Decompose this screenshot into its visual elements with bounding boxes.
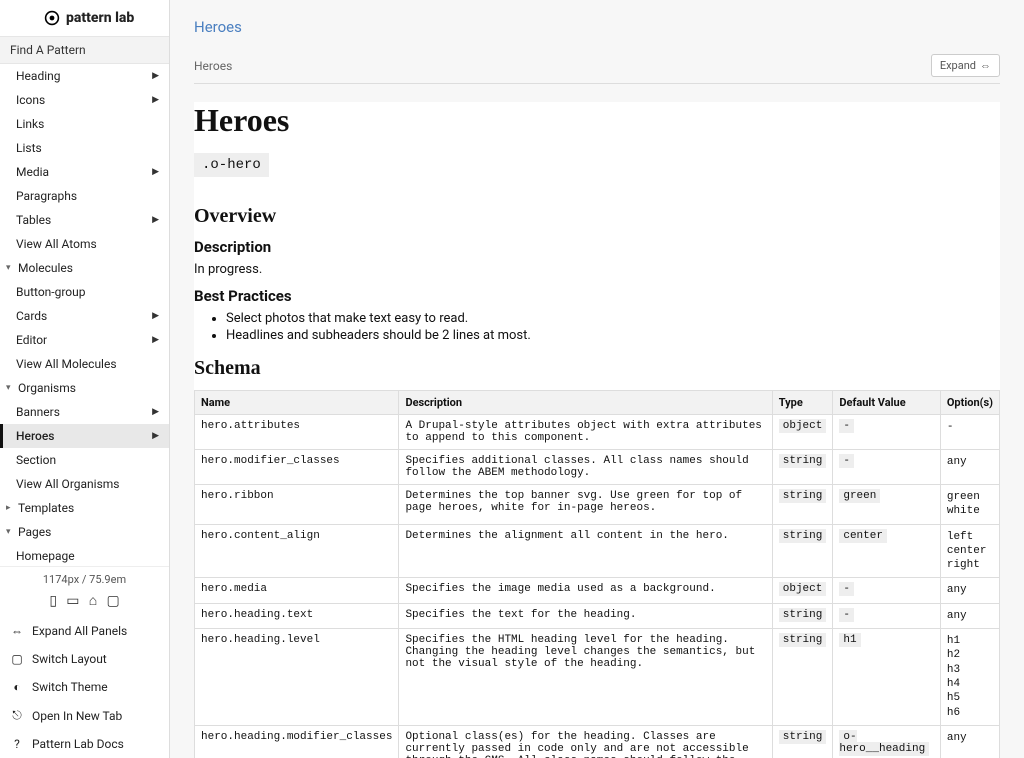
css-class-chip: .o-hero <box>194 153 269 177</box>
schema-row: hero.ribbonDetermines the top banner svg… <box>195 485 1000 525</box>
chevron-right-icon: ▶ <box>152 71 159 81</box>
group-molecules[interactable]: ▾Molecules <box>0 256 169 280</box>
nav-item-view-all-organisms[interactable]: View All Organisms <box>0 472 169 496</box>
schema-row: hero.heading.levelSpecifies the HTML hea… <box>195 629 1000 726</box>
nav-item-section[interactable]: Section <box>0 448 169 472</box>
schema-table: Name Description Type Default Value Opti… <box>194 390 1000 758</box>
nav-item-tables[interactable]: Tables▶ <box>0 208 169 232</box>
schema-row: hero.content_alignDetermines the alignme… <box>195 524 1000 578</box>
device-desktop-icon[interactable]: ▢ <box>106 593 119 609</box>
best-practices-list: Select photos that make text easy to rea… <box>226 311 1000 343</box>
description-text: In progress. <box>194 262 1000 277</box>
nav-item-media[interactable]: Media▶ <box>0 160 169 184</box>
brand-logo[interactable]: pattern lab <box>0 0 169 36</box>
nav-scroll[interactable]: Heading▶Icons▶LinksListsMedia▶Paragraphs… <box>0 64 169 566</box>
nav-item-view-all-atoms[interactable]: View All Atoms <box>0 232 169 256</box>
chevron-right-icon: ▶ <box>152 407 159 417</box>
viewport-size: 1174px / 75.9em <box>0 567 169 588</box>
content-scroll[interactable]: Heroes Heroes Expand ⇔ Heroes .o-hero Ov… <box>170 0 1024 758</box>
description-heading: Description <box>194 238 1000 256</box>
sidebar: pattern lab Find A Pattern Heading▶Icons… <box>0 0 170 758</box>
chevron-right-icon: ▶ <box>152 335 159 345</box>
nav-item-lists[interactable]: Lists <box>0 136 169 160</box>
chevron-right-icon: ▶ <box>152 431 159 441</box>
nav-item-icons[interactable]: Icons▶ <box>0 88 169 112</box>
docs-icon: ? <box>10 737 24 751</box>
sidebar-footer: 1174px / 75.9em ▯ ▭ ⌂ ▢ ⇔Expand All Pane… <box>0 566 169 758</box>
best-practices-heading: Best Practices <box>194 287 1000 305</box>
main: Heroes Heroes Expand ⇔ Heroes .o-hero Ov… <box>170 0 1024 758</box>
open-new-tab-icon: ⎋ <box>10 708 24 723</box>
doc-h1: Heroes <box>194 102 1000 139</box>
nav-item-homepage[interactable]: Homepage <box>0 544 169 566</box>
expand-all-icon: ⇔ <box>10 624 24 638</box>
breadcrumb: Heroes <box>194 59 232 73</box>
best-practice-item: Headlines and subheaders should be 2 lin… <box>226 328 1000 343</box>
tool-expand-all[interactable]: ⇔Expand All Panels <box>0 617 169 645</box>
nav-item-heroes[interactable]: Heroes▶ <box>0 424 169 448</box>
chevron-right-icon: ▶ <box>152 95 159 105</box>
schema-row: hero.heading.textSpecifies the text for … <box>195 603 1000 628</box>
device-tablet-icon[interactable]: ▭ <box>66 593 79 609</box>
chevron-right-icon: ▶ <box>152 311 159 321</box>
switch-layout-icon: ▢ <box>10 652 24 666</box>
best-practice-item: Select photos that make text easy to rea… <box>226 311 1000 326</box>
tool-switch-layout[interactable]: ▢Switch Layout <box>0 645 169 673</box>
nav-item-editor[interactable]: Editor▶ <box>0 328 169 352</box>
nav-item-button-group[interactable]: Button-group <box>0 280 169 304</box>
tool-switch-theme[interactable]: ◐Switch Theme <box>0 673 169 701</box>
nav-item-heading[interactable]: Heading▶ <box>0 64 169 88</box>
nav-item-links[interactable]: Links <box>0 112 169 136</box>
schema-row: hero.modifier_classesSpecifies additiona… <box>195 450 1000 485</box>
expand-button[interactable]: Expand ⇔ <box>931 54 1000 77</box>
page-title-link[interactable]: Heroes <box>194 18 1000 36</box>
schema-row: hero.attributesA Drupal-style attributes… <box>195 415 1000 450</box>
group-templates[interactable]: ▸Templates <box>0 496 169 520</box>
group-organisms[interactable]: ▾Organisms <box>0 376 169 400</box>
nav-item-paragraphs[interactable]: Paragraphs <box>0 184 169 208</box>
device-mobile-icon[interactable]: ▯ <box>49 593 57 609</box>
group-pages[interactable]: ▾Pages <box>0 520 169 544</box>
tool-open-new-tab[interactable]: ⎋Open In New Tab <box>0 701 169 730</box>
nav-item-view-all-molecules[interactable]: View All Molecules <box>0 352 169 376</box>
chevron-right-icon: ▶ <box>152 167 159 177</box>
nav-item-banners[interactable]: Banners▶ <box>0 400 169 424</box>
chevron-right-icon: ▶ <box>152 215 159 225</box>
switch-theme-icon: ◐ <box>10 680 24 694</box>
overview-heading: Overview <box>194 205 1000 228</box>
expand-icon: ⇔ <box>980 59 991 72</box>
brand-text: pattern lab <box>66 10 134 26</box>
nav-item-cards[interactable]: Cards▶ <box>0 304 169 328</box>
device-laptop-icon[interactable]: ⌂ <box>89 593 97 609</box>
schema-row: hero.mediaSpecifies the image media used… <box>195 578 1000 603</box>
schema-row: hero.heading.modifier_classesOptional cl… <box>195 725 1000 758</box>
find-pattern[interactable]: Find A Pattern <box>0 36 169 64</box>
schema-heading: Schema <box>194 357 1000 380</box>
tool-docs[interactable]: ?Pattern Lab Docs <box>0 730 169 758</box>
